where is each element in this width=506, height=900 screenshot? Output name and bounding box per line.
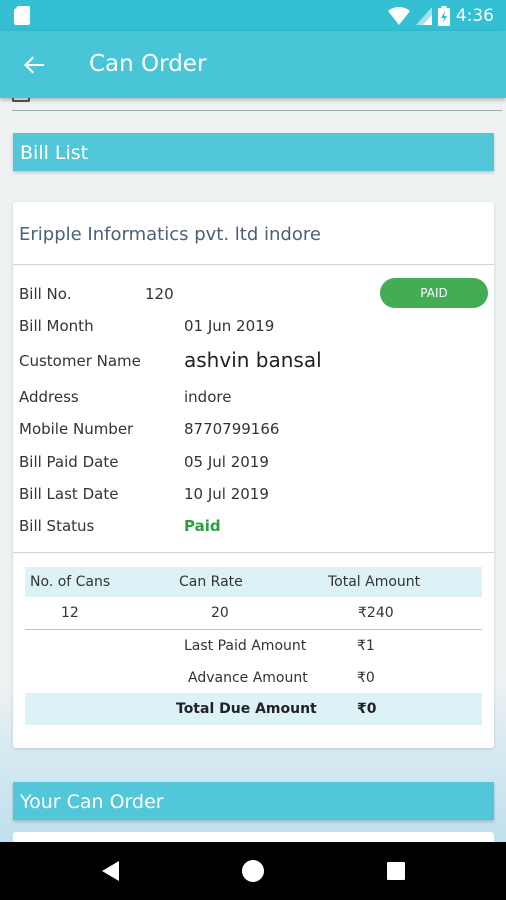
address-value: indore	[184, 388, 232, 406]
bill-card: Eripple Informatics pvt. ltd indore PAID…	[13, 202, 494, 748]
your-can-order-header: Your Can Order	[13, 782, 494, 820]
summary-row: Advance Amount ₹0	[25, 663, 482, 693]
bill-no-value: 120	[145, 285, 174, 303]
clock: 4:36	[455, 6, 494, 26]
mobile-number-label: Mobile Number	[19, 420, 134, 438]
address-label: Address	[19, 388, 79, 406]
bill-no-label: Bill No.	[19, 285, 72, 303]
table-header: No. of Cans Can Rate Total Amount	[25, 567, 482, 597]
status-bar: 4:36	[0, 0, 506, 31]
company-name: Eripple Informatics pvt. ltd indore	[19, 224, 321, 245]
total-due-label: Total Due Amount	[176, 701, 317, 717]
app-bar: Can Order	[0, 31, 506, 98]
last-paid-amount-value: ₹1	[357, 638, 375, 654]
column-header-rate: Can Rate	[179, 574, 243, 590]
sd-card-icon	[14, 6, 30, 25]
nav-home-icon[interactable]	[240, 858, 266, 884]
can-rate: 20	[211, 605, 229, 621]
bill-month-label: Bill Month	[19, 317, 94, 335]
bill-paid-date-label: Bill Paid Date	[19, 453, 119, 471]
bill-paid-date-value: 05 Jul 2019	[184, 453, 269, 471]
navigation-bar	[0, 842, 506, 900]
divider	[12, 110, 502, 111]
total-due-value: ₹0	[357, 701, 377, 717]
column-header-total: Total Amount	[328, 574, 421, 590]
bill-last-date-value: 10 Jul 2019	[184, 485, 269, 503]
nav-back-icon[interactable]	[98, 858, 124, 884]
bill-month-value: 01 Jun 2019	[184, 317, 275, 335]
total-due-row: Total Due Amount ₹0	[25, 693, 482, 725]
checkbox[interactable]	[12, 98, 30, 102]
customer-name-label: Customer Name	[19, 352, 141, 370]
battery-icon	[437, 6, 450, 26]
last-paid-amount-label: Last Paid Amount	[184, 638, 307, 654]
back-arrow-icon[interactable]	[20, 51, 48, 79]
total-amount: ₹240	[358, 605, 394, 621]
bill-last-date-label: Bill Last Date	[19, 485, 119, 503]
signal-icon	[415, 7, 432, 25]
column-header-cans: No. of Cans	[30, 574, 111, 590]
divider	[13, 264, 494, 265]
customer-name-value: ashvin bansal	[184, 348, 322, 372]
divider	[13, 552, 494, 553]
page-title: Can Order	[89, 51, 207, 77]
main-content[interactable]: Bill List Eripple Informatics pvt. ltd i…	[0, 98, 506, 842]
nav-recents-icon[interactable]	[383, 858, 409, 884]
divider	[25, 629, 482, 630]
advance-amount-label: Advance Amount	[188, 670, 308, 686]
can-order-card	[13, 832, 494, 842]
bill-list-header: Bill List	[13, 133, 494, 171]
mobile-number-value: 8770799166	[184, 420, 280, 438]
bill-status-label: Bill Status	[19, 517, 95, 535]
wifi-icon	[387, 7, 410, 25]
summary-row: Last Paid Amount ₹1	[25, 631, 482, 661]
table-row: 12 20 ₹240	[25, 598, 482, 628]
cans-count: 12	[61, 605, 79, 621]
paid-status-badge[interactable]: PAID	[380, 278, 488, 308]
bill-status-value: Paid	[184, 517, 221, 535]
advance-amount-value: ₹0	[357, 670, 375, 686]
